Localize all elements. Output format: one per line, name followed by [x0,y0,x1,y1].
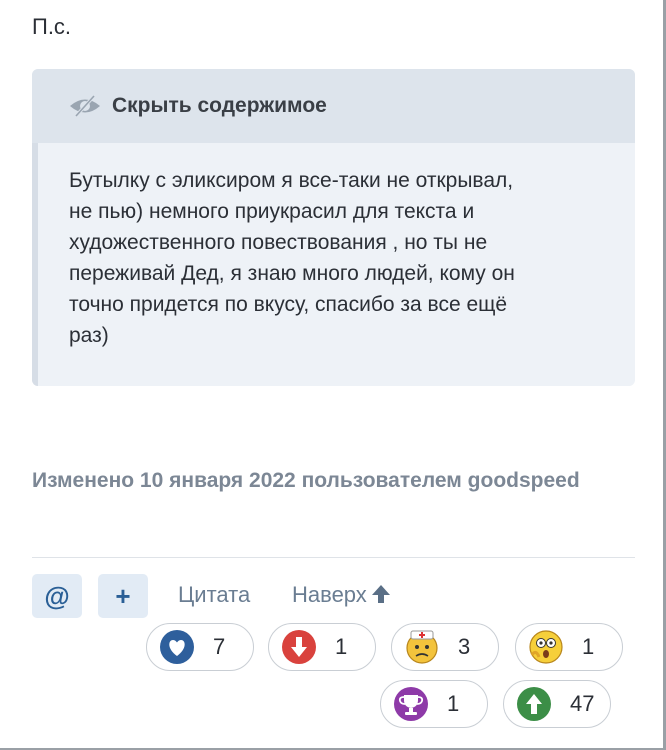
quote-link[interactable]: Цитата [178,582,250,608]
shocked-face-icon [529,630,563,664]
heart-icon [160,630,194,664]
reaction-count: 1 [582,634,595,659]
divider [32,557,635,558]
spoiler-content: Бутылку с эликсиром я все-таки не открыв… [32,143,635,386]
arrow-down-icon [282,630,316,664]
quote-label: Цитата [178,582,251,607]
add-button[interactable]: + [98,574,148,618]
reaction-count: 47 [570,691,595,716]
trophy-icon [394,687,428,721]
facepalm-emoji-icon [406,630,438,664]
reaction-count: 1 [447,691,460,716]
reaction-shocked[interactable]: 1 [515,623,623,671]
reaction-like[interactable]: 47 [503,680,611,728]
edited-note: Изменено 10 января 2022 пользователем go… [32,469,580,492]
spoiler-block: Скрыть содержимое Бутылку с эликсиром я … [32,69,635,386]
reaction-facepalm[interactable]: 3 [391,623,499,671]
reaction-count: 3 [458,634,471,659]
spoiler-text: Бутылку с эликсиром я все-таки не открыв… [69,169,515,347]
reaction-count: 7 [213,634,226,659]
spoiler-side-bar [32,143,38,386]
post-text-ps: П.с. [32,14,72,39]
eye-slash-icon [70,94,100,118]
arrow-up-icon [371,585,390,603]
reaction-count: 1 [335,634,348,659]
mention-button[interactable]: @ [32,574,82,618]
spoiler-toggle[interactable]: Скрыть содержимое [32,69,635,143]
arrow-up-circle-icon [517,687,551,721]
top-label: Наверх [292,582,367,607]
reaction-dislike[interactable]: 1 [268,623,376,671]
top-link[interactable]: Наверх [292,582,392,608]
reaction-heart[interactable]: 7 [146,623,254,671]
reaction-trophy[interactable]: 1 [380,680,488,728]
spoiler-title: Скрыть содержимое [112,94,327,117]
